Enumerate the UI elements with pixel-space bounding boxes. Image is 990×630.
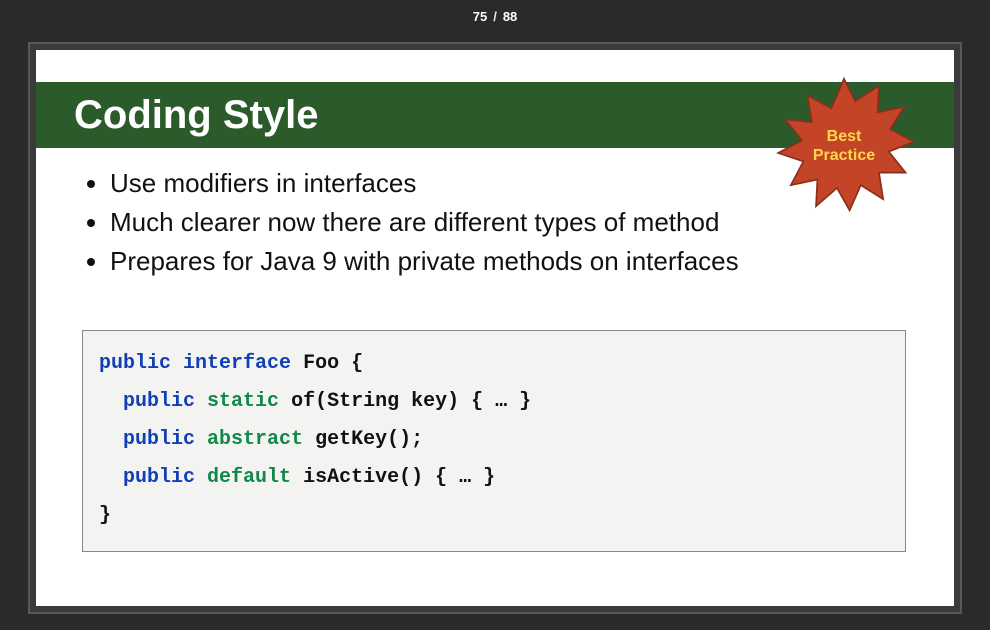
slide-title: Coding Style — [74, 93, 318, 138]
slide: Coding Style Best Practice Use modifiers… — [36, 50, 954, 606]
page-current: 75 — [473, 9, 487, 24]
slide-frame-inner: Coding Style Best Practice Use modifiers… — [30, 44, 960, 612]
bullet-item: Prepares for Java 9 with private methods… — [110, 244, 906, 279]
code-block: public interface Foo { public static of(… — [82, 330, 906, 552]
badge-label: Best Practice — [774, 76, 914, 216]
page-total: 88 — [503, 9, 517, 24]
slide-frame-outer: Coding Style Best Practice Use modifiers… — [28, 42, 962, 614]
code-line: public abstract getKey(); — [99, 421, 889, 459]
code-line: public interface Foo { — [99, 345, 889, 383]
code-line: public static of(String key) { … } — [99, 383, 889, 421]
best-practice-badge: Best Practice — [774, 76, 914, 216]
page-counter: 75 / 88 — [0, 0, 990, 32]
code-line: } — [99, 497, 889, 535]
page-sep: / — [493, 9, 497, 24]
code-line: public default isActive() { … } — [99, 459, 889, 497]
